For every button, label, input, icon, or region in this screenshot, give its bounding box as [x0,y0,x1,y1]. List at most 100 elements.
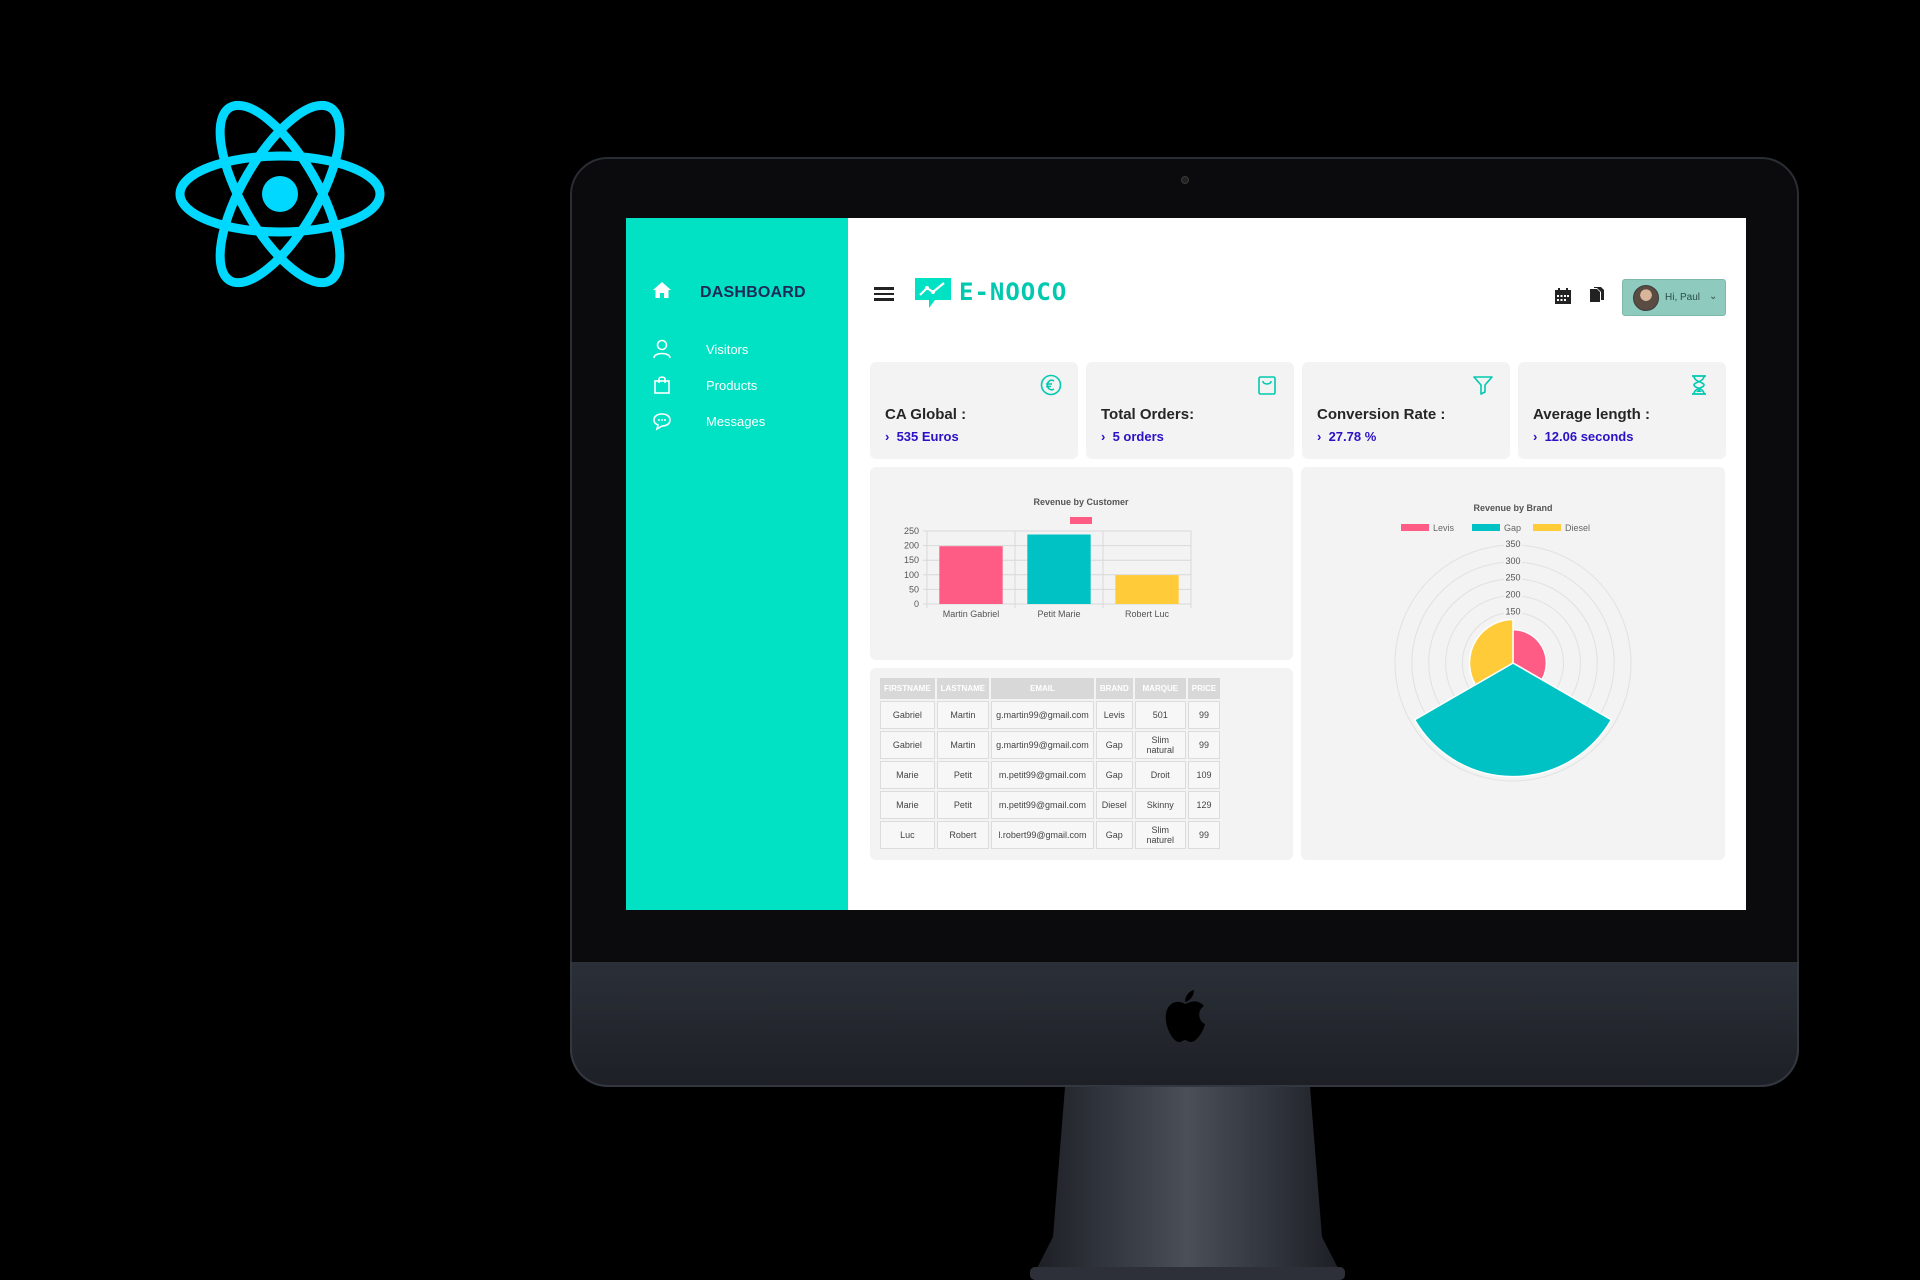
sidebar-item-products-icon-wrap[interactable] [652,375,672,395]
bag-icon [654,376,670,394]
stat-value: › 5 orders [1101,429,1164,444]
table-cell: Gabriel [880,731,935,759]
stat-title: Total Orders: [1101,406,1195,423]
stat-value: › 535 Euros [885,429,959,444]
table-cell: Martin [936,731,990,759]
table-row: Marie Petit m.petit99@gmail.com Gap Droi… [880,761,1221,789]
sidebar-title[interactable]: DASHBOARD [700,284,806,302]
shopping-bag-icon [1258,376,1276,395]
table-cell: 99 [1187,821,1221,849]
r-tick-label: 150 [1505,606,1520,616]
stat-title: CA Global : [885,406,967,423]
r-tick-label: 250 [1505,573,1520,583]
table-cell: 99 [1187,731,1221,759]
table-cell: Gabriel [880,701,935,729]
brand-logo-icon [915,278,951,308]
sidebar-item-visitors-icon-wrap[interactable] [652,339,672,359]
column-header-email[interactable]: EMAIL [991,678,1094,699]
user-menu-button[interactable]: Hi, Paul ⌄ [1622,279,1726,316]
table-cell: Robert [936,821,990,849]
y-tick-label: 200 [904,541,919,551]
camera-icon [1181,176,1189,184]
table-cell: Levis [1095,701,1133,729]
y-tick-label: 50 [909,584,919,594]
r-tick-label: 350 [1505,539,1520,549]
column-header-firstname[interactable]: FIRSTNAME [880,678,935,699]
table-row: Gabriel Martin g.martin99@gmail.com Gap … [880,731,1221,759]
revenue-by-brand-chart: Revenue by Brand Levis Gap Diesel 350 300 25… [1394,503,1632,782]
table-cell: Gap [1095,731,1133,759]
euro-icon [1040,374,1062,396]
table-cell: Gap [1095,761,1133,789]
legend-label: Levis [1433,523,1455,533]
table-cell: g.martin99@gmail.com [991,701,1094,729]
table-cell: Droit [1134,761,1186,789]
column-header-brand[interactable]: BRAND [1095,678,1133,699]
r-tick-label: 200 [1505,590,1520,600]
sidebar-item-messages[interactable]: Messages [706,414,765,429]
user-greeting: Hi, Paul [1665,292,1701,303]
user-icon [653,339,671,359]
column-header-marque[interactable]: MARQUE [1134,678,1186,699]
sidebar-item-dashboard[interactable] [652,280,672,300]
table-cell: Slim naturel [1134,821,1186,849]
table-cell: Diesel [1095,791,1133,819]
legend-swatch [1401,524,1429,531]
documents-icon[interactable] [1588,286,1606,304]
stat-card-conversion-rate: Conversion Rate : › 27.78 % [1302,362,1510,459]
table-cell: 109 [1187,761,1221,789]
sidebar-item-products[interactable]: Products [706,378,757,393]
stat-title: Average length : [1533,406,1650,423]
stat-card-average-length: Average length : › 12.06 seconds [1518,362,1726,459]
avatar [1633,285,1659,311]
funnel-icon [1473,376,1493,395]
r-tick-label: 300 [1505,556,1520,566]
monitor-stand [1030,1087,1345,1280]
table-cell: Luc [880,821,935,849]
table-row: Gabriel Martin g.martin99@gmail.com Levi… [880,701,1221,729]
chart-title: Revenue by Brand [1473,503,1552,513]
legend-swatch [1070,517,1092,524]
bar-petit-marie [1027,534,1091,604]
x-tick-label: Robert Luc [1125,609,1170,619]
x-tick-label: Martin Gabriel [943,609,1000,619]
table-cell: Gap [1095,821,1133,849]
table-cell: m.petit99@gmail.com [991,791,1094,819]
stat-title: Conversion Rate : [1317,406,1446,423]
table-cell: Slim natural [1134,731,1186,759]
table-cell: 501 [1134,701,1186,729]
y-tick-label: 0 [914,599,919,609]
legend-label: Diesel [1565,523,1590,533]
stat-value: › 12.06 seconds [1533,429,1634,444]
revenue-by-customer-chart: Revenue by Customer 250 200 150 100 50 0 Marti… [904,497,1192,619]
chevron-down-icon: ⌄ [1709,291,1718,302]
calendar-icon[interactable] [1554,287,1572,305]
table-cell: Martin [936,701,990,729]
table-cell: l.robert99@gmail.com [991,821,1094,849]
revenue-by-brand-panel: Revenue by Brand Levis Gap Diesel 350 300 25… [1301,467,1725,860]
orders-table: FIRSTNAME LASTNAME EMAIL BRAND MARQUE PR… [878,676,1222,851]
column-header-price[interactable]: PRICE [1187,678,1221,699]
sidebar-item-messages-icon-wrap[interactable] [652,411,672,431]
table-cell: g.martin99@gmail.com [991,731,1094,759]
y-tick-label: 250 [904,526,919,536]
apple-logo-icon [1165,990,1205,1042]
table-cell: Marie [880,761,935,789]
table-row: Luc Robert l.robert99@gmail.com Gap Slim… [880,821,1221,849]
column-header-lastname[interactable]: LASTNAME [936,678,990,699]
app-screen: DASHBOARD Visitors Products Messages E-N… [626,218,1746,910]
table-cell: m.petit99@gmail.com [991,761,1094,789]
home-icon [653,282,671,298]
table-row: Marie Petit m.petit99@gmail.com Diesel S… [880,791,1221,819]
orders-table-panel: FIRSTNAME LASTNAME EMAIL BRAND MARQUE PR… [870,668,1293,860]
stat-card-ca-global: CA Global : › 535 Euros [870,362,1078,459]
stat-value: › 27.78 % [1317,429,1377,444]
sidebar-item-visitors[interactable]: Visitors [706,342,748,357]
x-tick-label: Petit Marie [1037,609,1080,619]
legend-swatch [1472,524,1500,531]
sidebar: DASHBOARD Visitors Products Messages [626,218,848,910]
bar-robert-luc [1115,575,1179,604]
table-header-row: FIRSTNAME LASTNAME EMAIL BRAND MARQUE PR… [880,678,1221,699]
menu-toggle-button[interactable] [874,287,896,301]
legend-swatch [1533,524,1561,531]
